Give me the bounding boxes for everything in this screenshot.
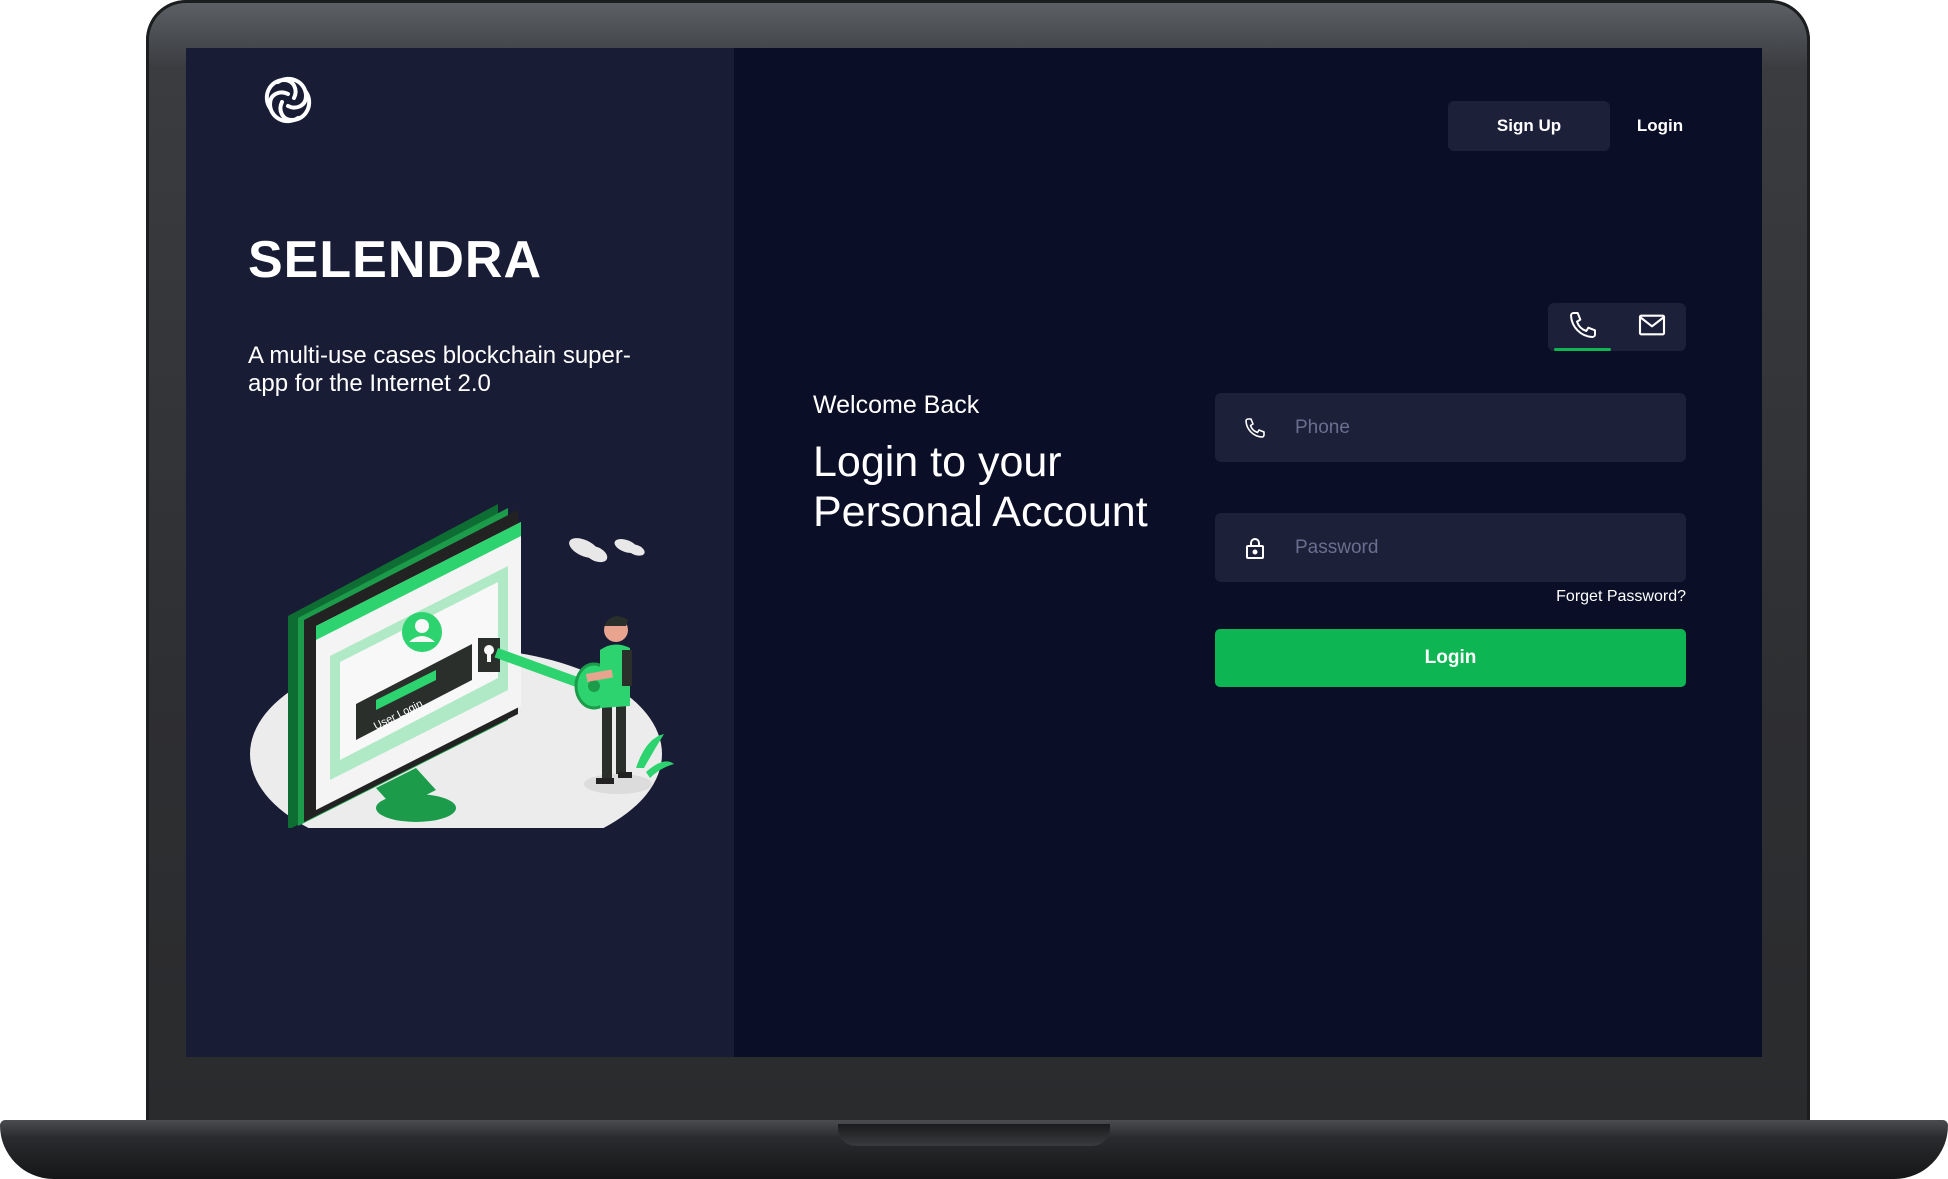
selendra-logo-icon[interactable] [256,68,320,132]
login-method-toggle [1548,303,1686,351]
laptop-notch [838,1124,1110,1146]
brand-panel: SELENDRA A multi-use cases blockchain su… [186,48,734,1057]
lock-icon [1215,536,1295,560]
signup-button[interactable]: Sign Up [1448,101,1610,151]
screen: SELENDRA A multi-use cases blockchain su… [186,48,1762,1057]
password-field [1215,513,1686,582]
login-heading: Login to your Personal Account [813,438,1148,536]
phone-input[interactable] [1295,393,1686,462]
login-submit-button[interactable]: Login [1215,629,1686,687]
tab-phone[interactable] [1548,303,1617,351]
welcome-text: Welcome Back [813,391,980,419]
phone-icon [1215,416,1295,440]
brand-tagline: A multi-use cases blockchain super-app f… [248,342,631,397]
login-illustration: User Login [246,438,676,860]
phone-field [1215,393,1686,462]
nav-login-button[interactable]: Login [1610,101,1710,151]
tab-email[interactable] [1617,303,1686,351]
password-input[interactable] [1295,513,1686,582]
mail-icon [1636,309,1668,346]
brand-title: SELENDRA [248,231,543,289]
phone-icon [1567,309,1599,346]
forgot-password-link[interactable]: Forget Password? [1486,588,1686,606]
